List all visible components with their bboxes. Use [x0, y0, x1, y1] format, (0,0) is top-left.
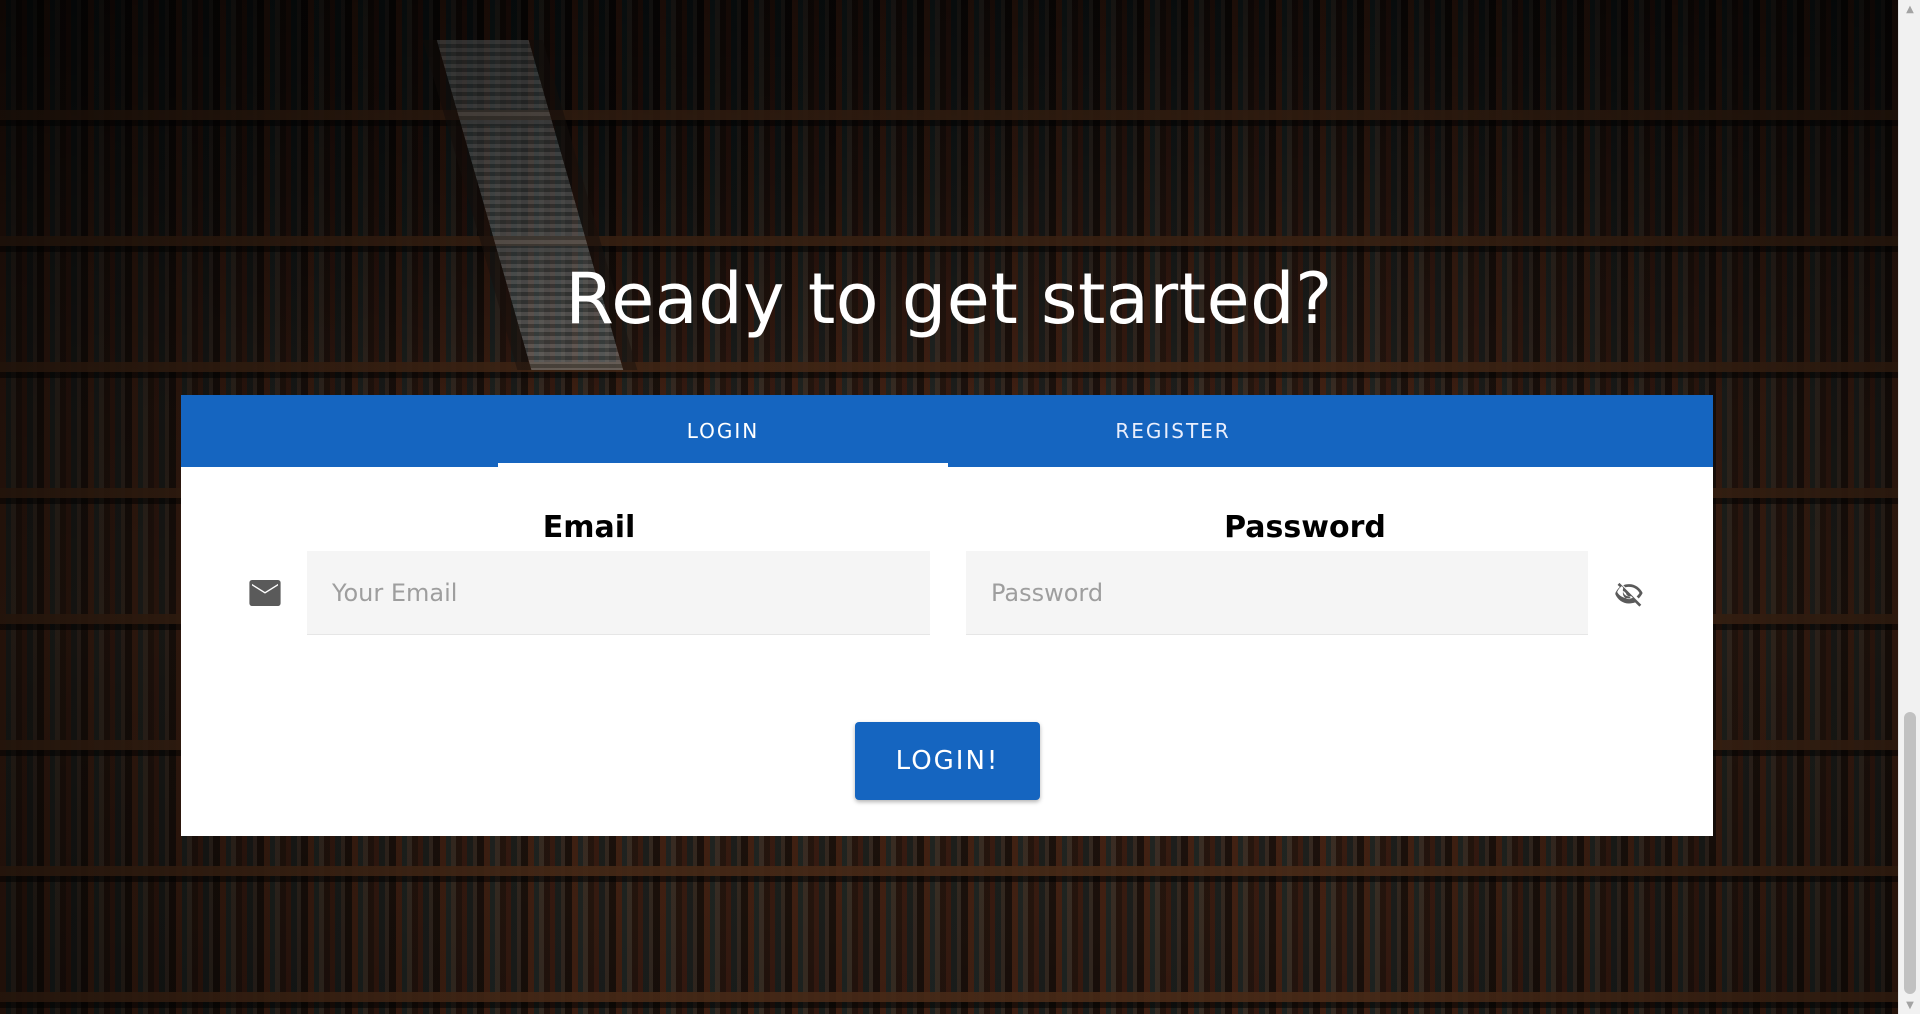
password-input[interactable] [966, 551, 1588, 635]
auth-tabs: LOGIN REGISTER [181, 395, 1713, 467]
scrollbar-thumb[interactable] [1904, 712, 1916, 994]
active-tab-indicator [498, 463, 948, 467]
email-input[interactable] [307, 551, 930, 635]
section-heading: Ready to get started? [565, 258, 1333, 340]
page-scrollbar[interactable]: ▲ ▼ [1898, 0, 1920, 1014]
tab-login[interactable]: LOGIN [498, 395, 948, 467]
email-label: Email [542, 510, 636, 545]
password-label: Password [1224, 510, 1386, 545]
tab-register[interactable]: REGISTER [948, 395, 1398, 467]
scroll-down-arrow-icon[interactable]: ▼ [1899, 996, 1920, 1014]
scroll-up-arrow-icon[interactable]: ▲ [1899, 0, 1920, 18]
login-submit-button[interactable]: LOGIN! [855, 722, 1040, 800]
mail-icon [245, 575, 285, 611]
visibility-off-icon[interactable] [1610, 574, 1648, 612]
